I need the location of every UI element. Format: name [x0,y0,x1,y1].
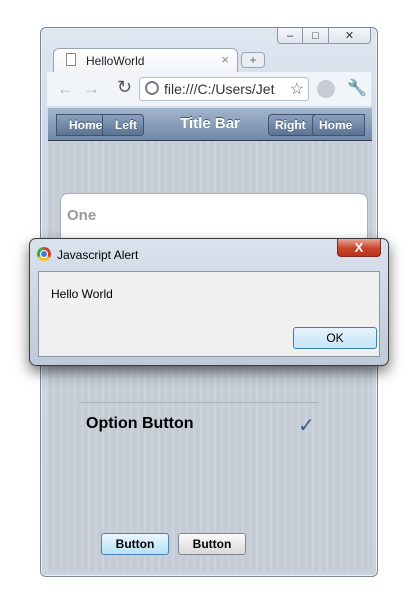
primary-button[interactable]: Button [101,533,169,555]
minimize-button[interactable]: – [277,28,303,44]
reload-icon[interactable]: ↻ [117,77,132,98]
ok-button[interactable]: OK [293,327,377,349]
window-controls: – □ ✕ [277,28,371,44]
app-title-bar: Home Left Title Bar Right Home [48,108,372,141]
javascript-alert-dialog: Javascript Alert X Hello World OK [29,238,389,366]
wrench-icon[interactable]: 🔧 [347,78,367,98]
window-close-button[interactable]: ✕ [329,28,371,44]
globe-icon [145,81,159,95]
chrome-icon [37,247,51,261]
alert-title: Javascript Alert [57,248,139,262]
address-bar[interactable]: file:///C:/Users/Jet ☆ [139,77,309,101]
extension-icon[interactable] [317,80,335,98]
browser-toolbar: ← → ↻ file:///C:/Users/Jet ☆ 🔧 [47,72,371,106]
back-arrow-icon[interactable]: ← [57,79,74,99]
home-right-button[interactable]: Home [312,114,366,136]
tab-title: HelloWorld [86,54,145,68]
page-icon [66,53,76,66]
divider [79,402,319,403]
forward-arrow-icon[interactable]: → [83,79,100,99]
alert-body: Hello World OK [38,271,380,357]
secondary-button[interactable]: Button [178,533,246,555]
star-icon[interactable]: ☆ [289,79,304,99]
card-label: One [67,207,97,224]
alert-message: Hello World [51,287,113,301]
alert-close-button[interactable]: X [337,239,381,257]
new-tab-button[interactable]: + [241,52,265,68]
option-button-label[interactable]: Option Button [86,415,194,433]
browser-tab[interactable]: HelloWorld × [53,48,238,72]
maximize-button[interactable]: □ [303,28,329,44]
tab-close-icon[interactable]: × [221,52,229,67]
address-text: file:///C:/Users/Jet [164,81,275,97]
checkmark-icon: ✓ [298,415,315,437]
